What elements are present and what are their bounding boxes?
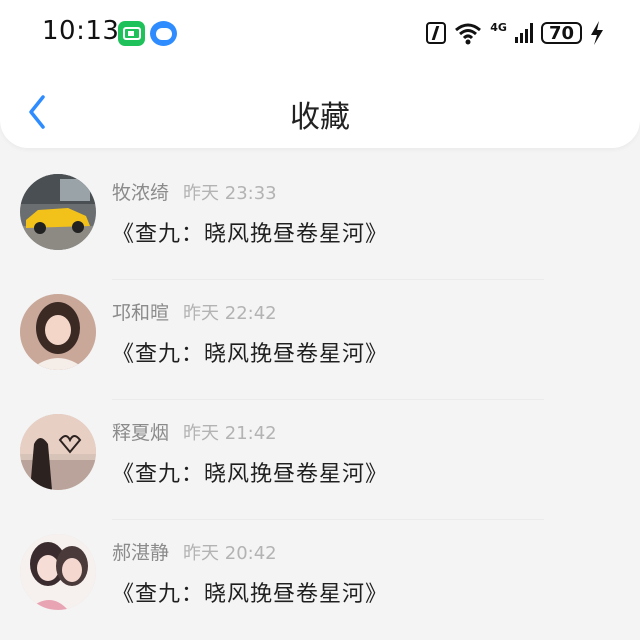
user-name: 郝湛静 — [112, 542, 170, 564]
nfc-icon — [426, 22, 447, 44]
message-notification-icon — [150, 21, 177, 46]
user-name: 邛和暄 — [112, 302, 170, 324]
avatar[interactable] — [20, 414, 96, 490]
favorite-content[interactable]: 《查九：晓风挽昼卷星河》 — [112, 456, 388, 488]
car-photo-icon — [20, 174, 96, 250]
favorite-content[interactable]: 《查九：晓风挽昼卷星河》 — [112, 576, 388, 608]
avatar[interactable] — [20, 174, 96, 250]
timestamp: 昨天 20:42 — [183, 543, 277, 564]
nav-bar: 收藏 — [0, 72, 640, 148]
battery-level: 70 — [548, 22, 574, 44]
user-name: 牧浓绮 — [112, 182, 170, 204]
sunset-heart-photo-icon — [20, 414, 96, 490]
avatar[interactable] — [20, 294, 96, 370]
anime-couple-icon — [20, 534, 96, 610]
system-icons: 4G 70 — [426, 18, 604, 48]
list-item[interactable]: 郝湛静 昨天 20:42 《查九：晓风挽昼卷星河》 — [0, 520, 640, 640]
battery-icon: 70 — [540, 22, 582, 44]
charging-bolt-icon — [591, 21, 603, 45]
timestamp: 昨天 21:42 — [183, 423, 277, 444]
top-header: 10:13 4G 70 收藏 — [0, 0, 640, 148]
signal-strength-icon — [514, 23, 533, 43]
status-time: 10:13 — [42, 16, 120, 46]
favorites-list: 牧浓绮 昨天 23:33 《查九：晓风挽昼卷星河》 邛和暄 昨天 22:42 《… — [0, 160, 640, 640]
list-item[interactable]: 释夏烟 昨天 21:42 《查九：晓风挽昼卷星河》 — [0, 400, 640, 520]
page-title: 收藏 — [290, 100, 350, 135]
status-bar: 10:13 4G 70 — [0, 0, 640, 64]
timestamp: 昨天 22:42 — [183, 303, 277, 324]
list-item[interactable]: 邛和暄 昨天 22:42 《查九：晓风挽昼卷星河》 — [0, 280, 640, 400]
timestamp: 昨天 23:33 — [183, 183, 277, 204]
user-name: 释夏烟 — [112, 422, 170, 444]
girl-photo-icon — [20, 294, 96, 370]
list-item[interactable]: 牧浓绮 昨天 23:33 《查九：晓风挽昼卷星河》 — [0, 160, 640, 280]
wifi-icon — [455, 23, 482, 45]
favorite-content[interactable]: 《查九：晓风挽昼卷星河》 — [112, 336, 388, 368]
wechat-notification-icon — [118, 21, 145, 46]
favorite-content[interactable]: 《查九：晓风挽昼卷星河》 — [112, 216, 388, 248]
avatar[interactable] — [20, 534, 96, 610]
network-type-label: 4G — [490, 20, 507, 34]
